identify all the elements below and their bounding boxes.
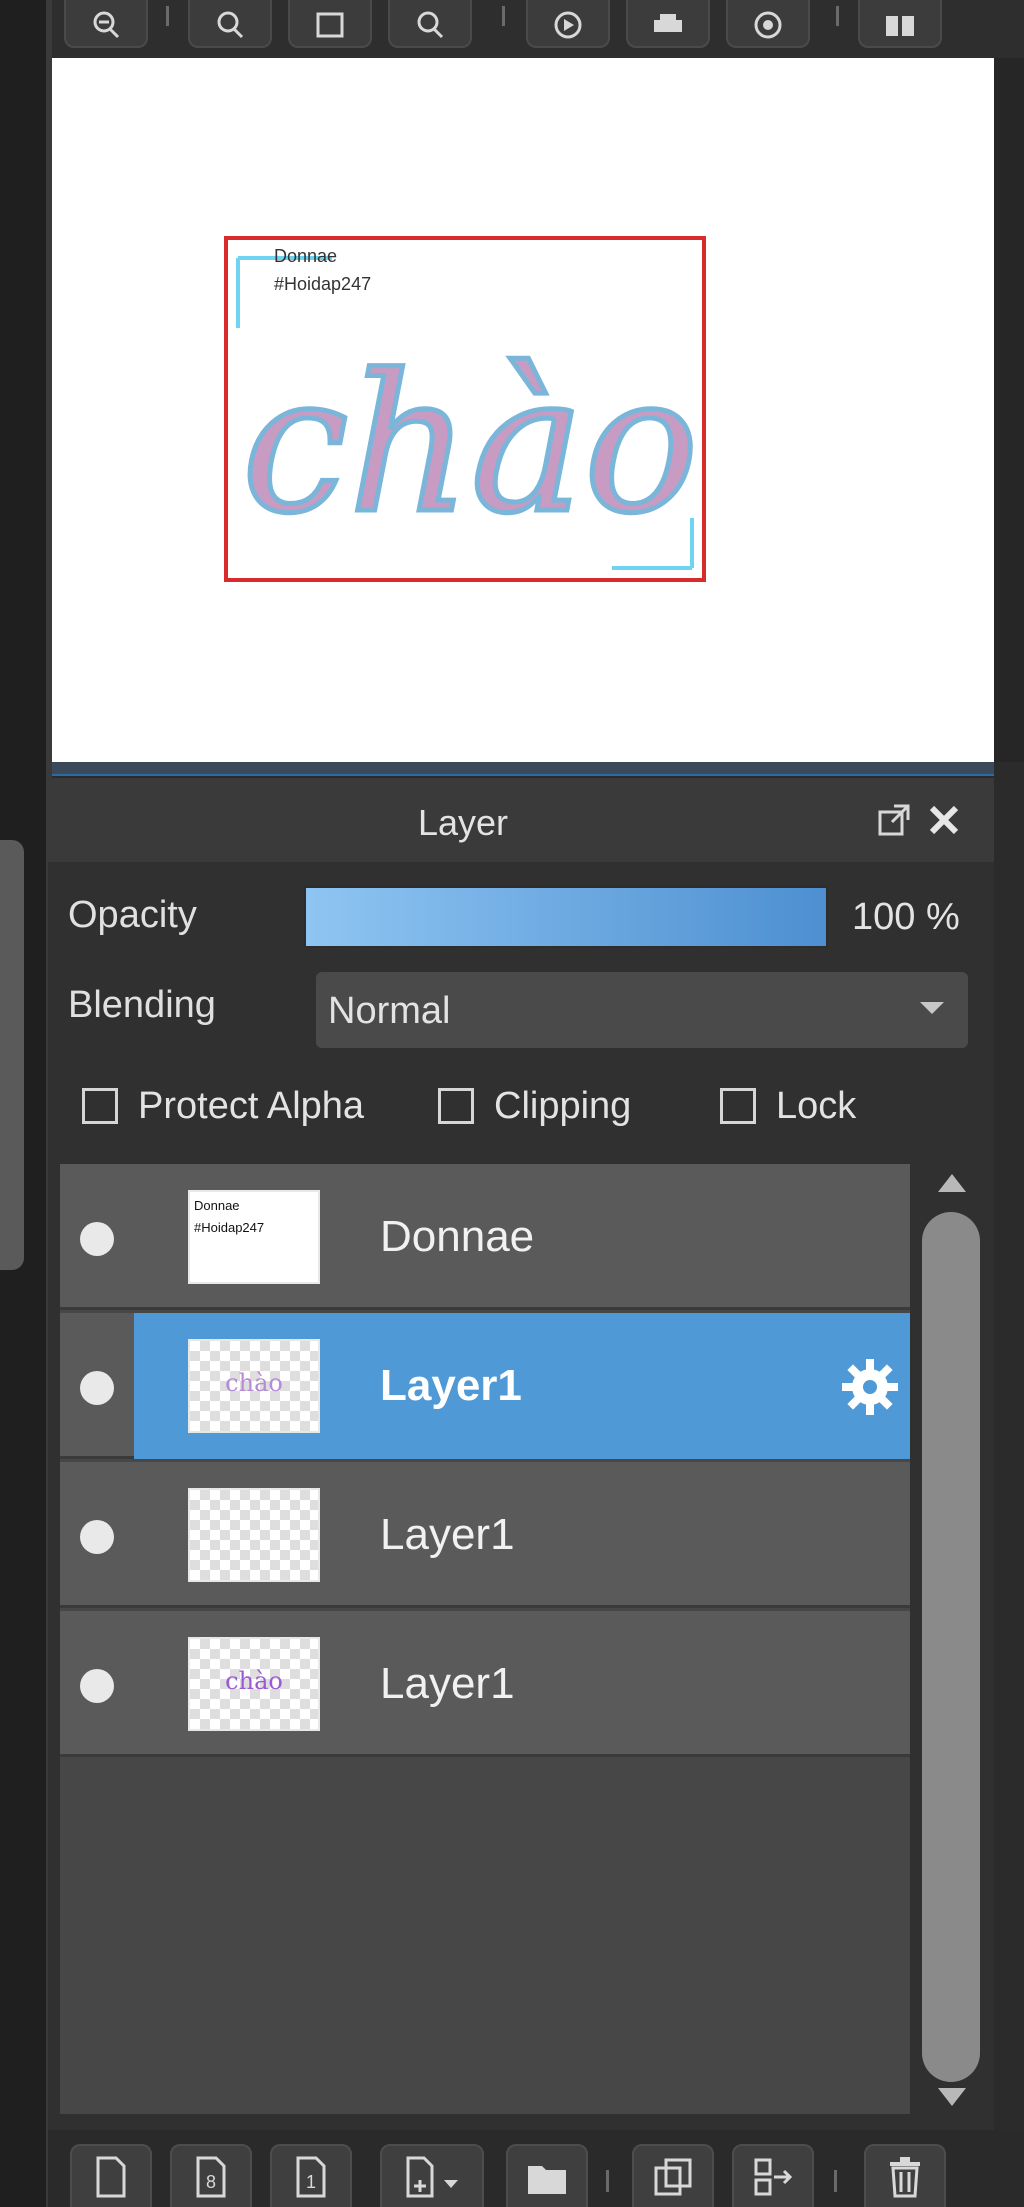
lock-box[interactable] — [720, 1088, 756, 1124]
delete-layer-button[interactable] — [864, 2144, 946, 2207]
zoom-out-button[interactable] — [188, 0, 272, 48]
scroll-thumb[interactable] — [922, 1212, 980, 2082]
canvas-artwork: Donnae #Hoidap247 chào — [224, 236, 706, 582]
top-toolbar — [52, 0, 1024, 58]
thumb-lettering: chào — [225, 1667, 283, 1695]
duplicate-layer-button[interactable] — [632, 2144, 714, 2207]
canvas-lettering: chào — [242, 334, 698, 555]
layer-row-selected[interactable]: chào Layer1 — [60, 1313, 910, 1459]
new-1bit-layer-icon: 1 — [296, 2156, 326, 2197]
popout-icon[interactable] — [874, 800, 914, 840]
fit-screen-button[interactable] — [288, 0, 372, 48]
toolbar-separator — [166, 6, 169, 26]
opacity-label: Opacity — [68, 894, 197, 936]
toolbar-separator — [834, 2170, 837, 2192]
layer-name: Donnae — [380, 1212, 535, 1261]
layer-row-donnae[interactable]: Donnae #Hoidap247 Donnae — [60, 1164, 910, 1310]
layer-panel-header: Layer — [48, 778, 994, 862]
merge-layer-icon — [754, 2158, 793, 2195]
layer-thumbnail — [188, 1488, 320, 1582]
canvas-edge — [994, 58, 1024, 762]
visibility-toggle[interactable] — [80, 1222, 114, 1256]
blending-label: Blending — [68, 984, 216, 1026]
fit-screen-icon — [316, 12, 344, 38]
layer-panel: Layer Opacity 100 % Blending Normal Prot… — [48, 778, 994, 2207]
rotate-icon — [554, 11, 582, 39]
zoom-in-icon — [93, 11, 120, 39]
clipping-box[interactable] — [438, 1088, 474, 1124]
new-layer-button[interactable] — [70, 2144, 152, 2207]
duplicate-layer-icon — [654, 2158, 692, 2195]
rotate-button[interactable] — [526, 0, 610, 48]
left-scrollbar[interactable] — [0, 840, 24, 1270]
toolbar-separator — [502, 6, 505, 26]
layer-bottom-toolbar: 8 1 — [48, 2130, 1024, 2207]
print-button[interactable] — [626, 0, 710, 48]
toolbar-separator — [606, 2170, 609, 2192]
layer-name: Layer1 — [380, 1510, 515, 1559]
blending-value: Normal — [328, 990, 451, 1032]
new-folder-button[interactable] — [506, 2144, 588, 2207]
canvas-text-name: Donnae — [274, 246, 337, 266]
close-icon[interactable] — [924, 800, 964, 840]
add-layer-menu-icon — [406, 2156, 458, 2197]
scroll-up-icon[interactable] — [938, 1174, 966, 1192]
layer-row-lettering[interactable]: chào Layer1 — [60, 1611, 910, 1757]
compass-icon — [754, 11, 782, 39]
zoom-in-button[interactable] — [64, 0, 148, 48]
opacity-slider[interactable] — [304, 886, 828, 948]
add-layer-menu-button[interactable] — [380, 2144, 484, 2207]
blending-select[interactable]: Normal — [316, 972, 968, 1048]
layer-list: Donnae #Hoidap247 Donnae chào Layer1 Lay… — [60, 1164, 910, 2114]
print-icon — [654, 14, 682, 32]
layer-name: Layer1 — [380, 1361, 522, 1410]
delete-layer-icon — [890, 2156, 920, 2197]
layout-button[interactable] — [858, 0, 942, 48]
zoom-out-icon — [217, 11, 244, 39]
thumb-text-2: #Hoidap247 — [194, 1220, 265, 1235]
toolbar-separator — [836, 6, 839, 26]
thumb-text-1: Donnae — [194, 1198, 240, 1213]
svg-text:1: 1 — [306, 2172, 316, 2192]
svg-text:8: 8 — [206, 2172, 216, 2192]
layer-list-scrollbar[interactable] — [916, 1164, 986, 2114]
search-icon — [417, 11, 444, 39]
gear-icon[interactable] — [838, 1355, 902, 1419]
protect-alpha-label: Protect Alpha — [138, 1084, 365, 1127]
search-button[interactable] — [388, 0, 472, 48]
new-folder-icon — [528, 2165, 566, 2194]
chevron-down-icon — [920, 1002, 944, 1014]
layer-row-empty[interactable]: Layer1 — [60, 1462, 910, 1608]
opacity-value: 100 % — [852, 896, 960, 938]
protect-alpha-checkbox[interactable]: Protect Alpha — [82, 1076, 364, 1136]
thumb-lettering: chào — [225, 1369, 283, 1397]
lock-checkbox[interactable]: Lock — [720, 1076, 856, 1136]
panel-title: Layer — [417, 802, 509, 843]
canvas-text-tag: #Hoidap247 — [274, 274, 371, 294]
compass-button[interactable] — [726, 0, 810, 48]
new-layer-icon — [96, 2156, 126, 2197]
new-1bit-layer-button[interactable]: 1 — [270, 2144, 352, 2207]
layer-name: Layer1 — [380, 1659, 515, 1708]
merge-layer-button[interactable] — [732, 2144, 814, 2207]
visibility-toggle[interactable] — [80, 1520, 114, 1554]
layer-thumbnail: chào — [188, 1339, 320, 1433]
layer-thumbnail: Donnae #Hoidap247 — [188, 1190, 320, 1284]
clipping-checkbox[interactable]: Clipping — [438, 1076, 631, 1136]
panel-divider[interactable] — [52, 762, 994, 776]
new-8bit-layer-icon: 8 — [196, 2156, 226, 2197]
scroll-down-icon[interactable] — [938, 2088, 966, 2106]
visibility-toggle[interactable] — [80, 1371, 114, 1405]
clipping-label: Clipping — [494, 1084, 632, 1127]
layout-icon — [886, 16, 914, 36]
layer-thumbnail: chào — [188, 1637, 320, 1731]
protect-alpha-box[interactable] — [82, 1088, 118, 1124]
drawing-canvas[interactable]: Donnae #Hoidap247 chào — [52, 58, 994, 762]
lock-label: Lock — [776, 1084, 857, 1127]
left-side-strip — [0, 0, 52, 2207]
visibility-toggle[interactable] — [80, 1669, 114, 1703]
new-8bit-layer-button[interactable]: 8 — [170, 2144, 252, 2207]
